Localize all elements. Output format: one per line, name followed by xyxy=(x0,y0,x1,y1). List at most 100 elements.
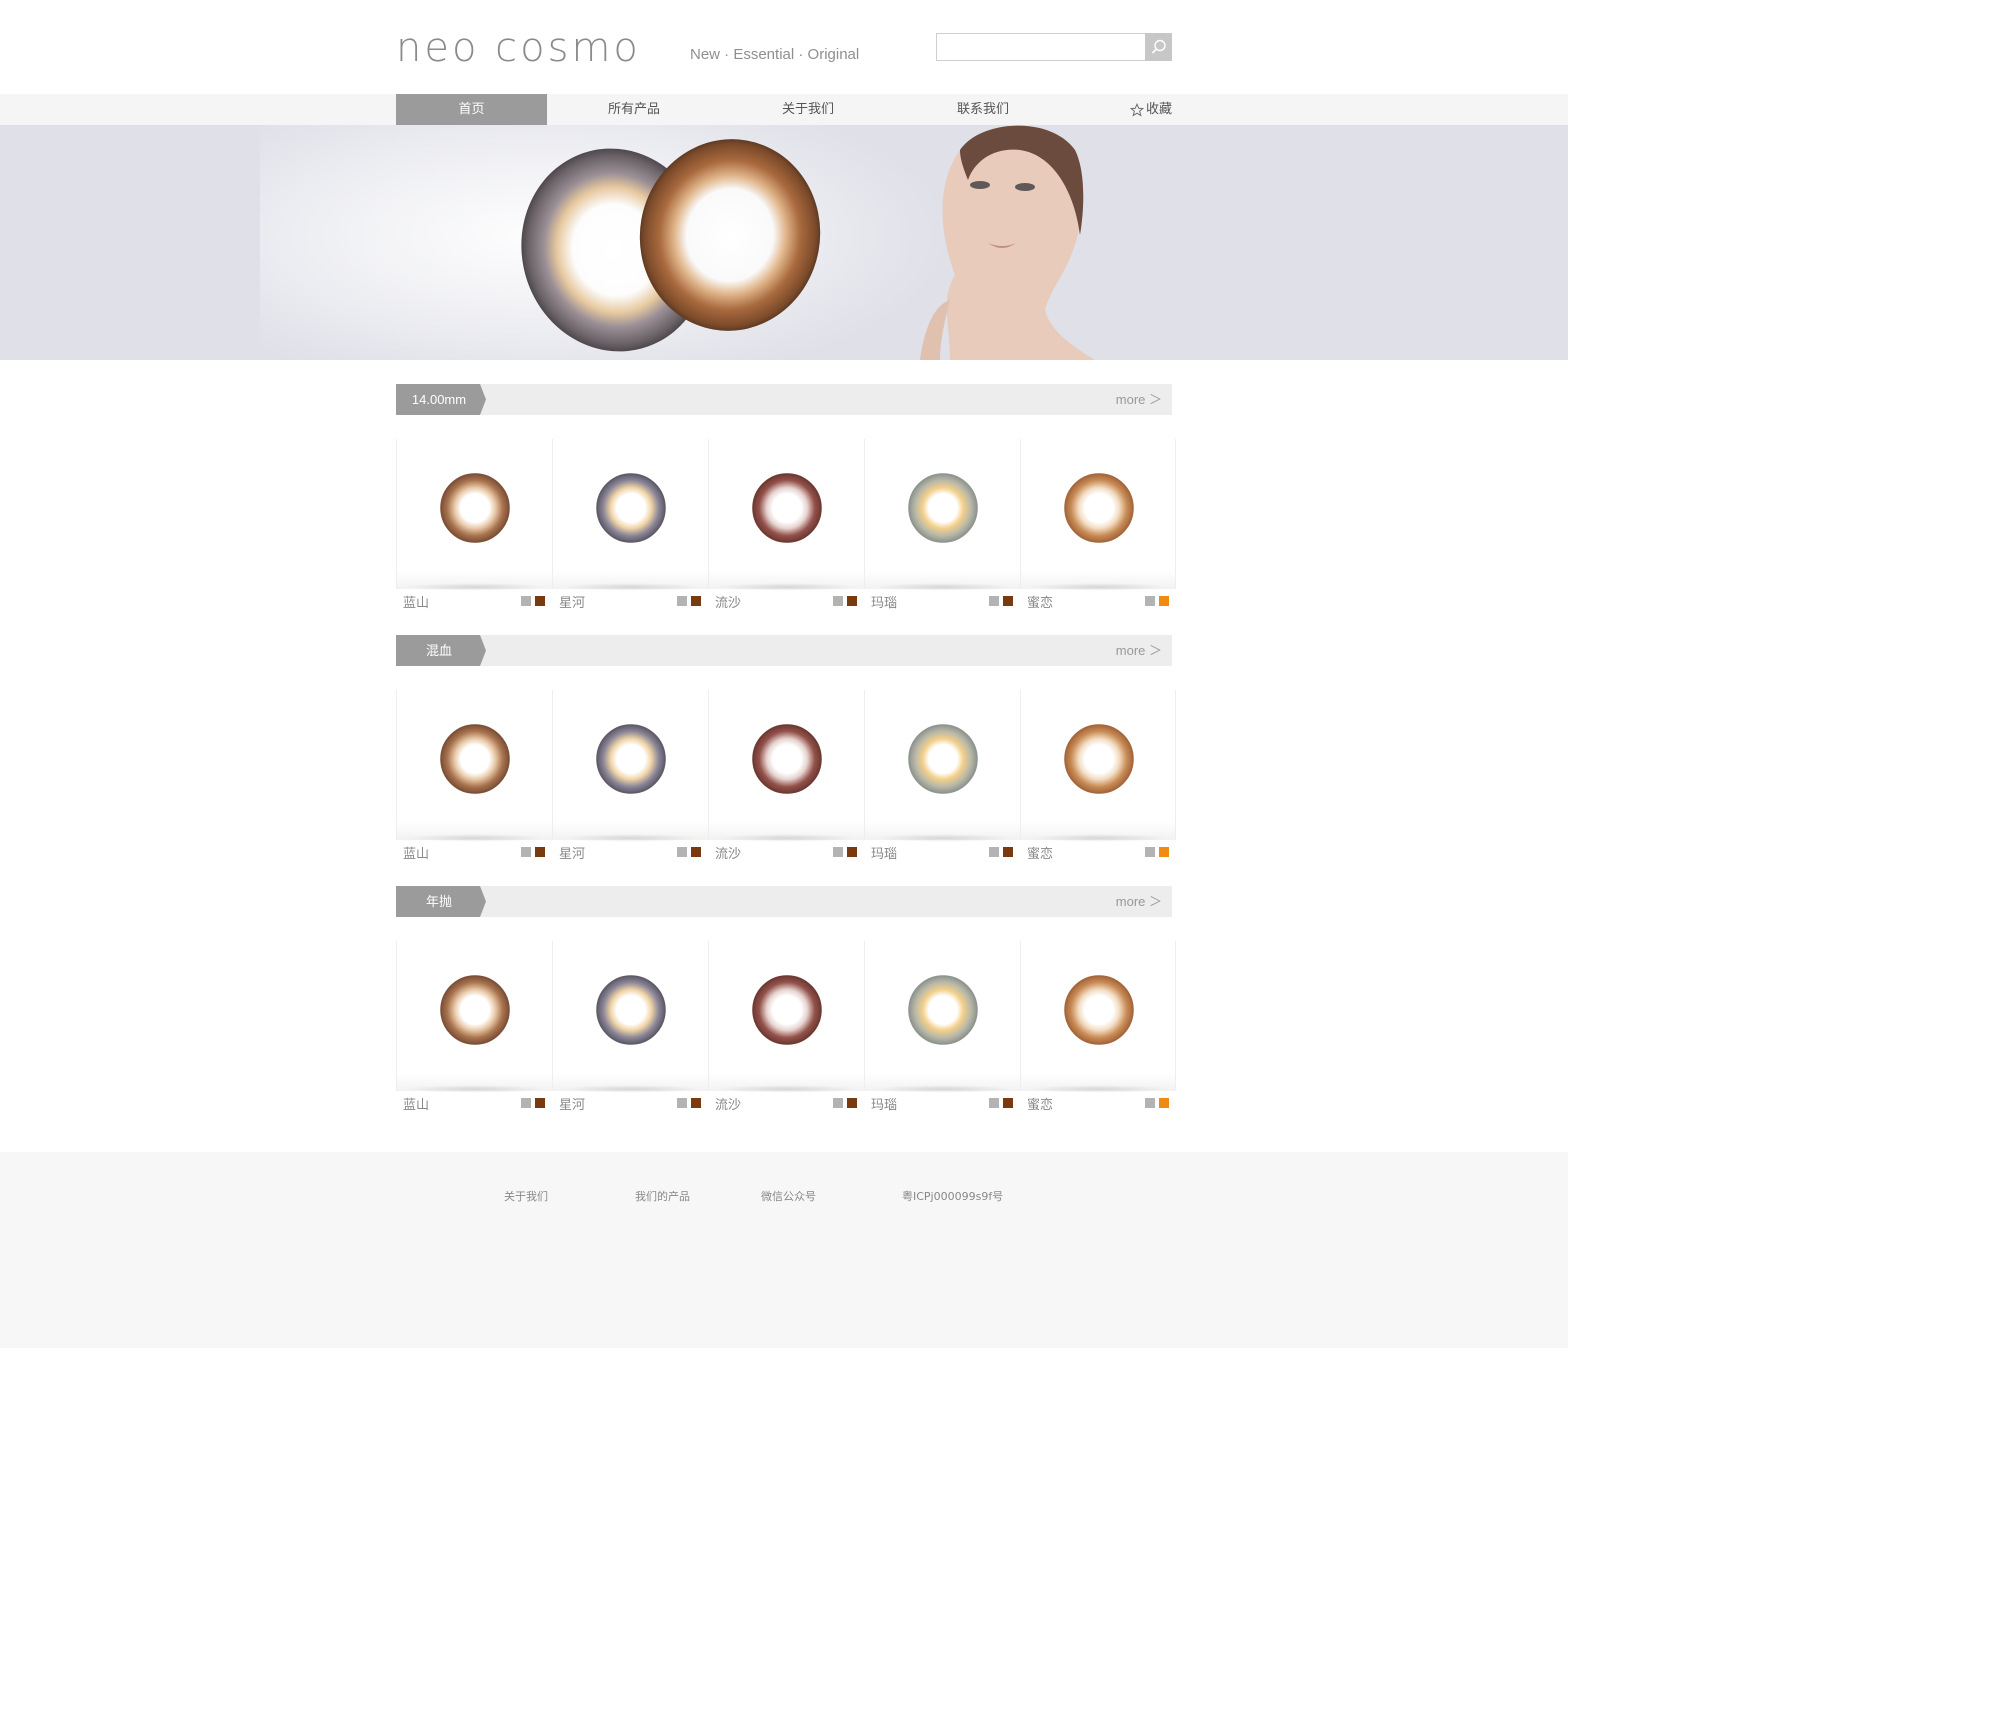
color-swatch[interactable] xyxy=(535,847,545,857)
product-name[interactable]: 星河 xyxy=(559,592,585,611)
color-swatch[interactable] xyxy=(535,1098,545,1108)
nav-item-contact[interactable]: 联系我们 xyxy=(941,94,1025,125)
product-card[interactable]: 流沙 xyxy=(708,690,864,866)
section-header: 14.00mm more ＞ xyxy=(396,384,1172,415)
main-nav: 首页 所有产品 关于我们 联系我们 收藏 xyxy=(0,94,1568,125)
product-name[interactable]: 蓝山 xyxy=(403,843,429,862)
color-swatch[interactable] xyxy=(691,596,701,606)
product-image-frame[interactable] xyxy=(864,690,1020,842)
product-name[interactable]: 蓝山 xyxy=(403,1094,429,1113)
search-input[interactable] xyxy=(937,34,1145,60)
product-image-frame[interactable] xyxy=(1020,941,1176,1093)
color-swatch[interactable] xyxy=(1003,847,1013,857)
product-card[interactable]: 蜜恋 xyxy=(1020,690,1176,866)
section-title[interactable]: 混血 xyxy=(396,635,482,666)
product-card[interactable]: 玛瑙 xyxy=(864,941,1020,1117)
product-image-frame[interactable] xyxy=(1020,690,1176,842)
footer-link-products[interactable]: 我们的产品 xyxy=(635,1188,690,1204)
color-swatch[interactable] xyxy=(1003,596,1013,606)
color-swatch[interactable] xyxy=(1145,1098,1155,1108)
product-name[interactable]: 蜜恋 xyxy=(1027,843,1053,862)
product-image-frame[interactable] xyxy=(708,439,864,591)
color-swatch[interactable] xyxy=(989,596,999,606)
product-name[interactable]: 流沙 xyxy=(715,843,741,862)
product-name[interactable]: 星河 xyxy=(559,843,585,862)
product-card[interactable]: 玛瑙 xyxy=(864,690,1020,866)
more-link[interactable]: more ＞ xyxy=(1116,886,1162,917)
nav-item-home[interactable]: 首页 xyxy=(396,94,547,125)
color-swatch[interactable] xyxy=(989,847,999,857)
product-image-frame[interactable] xyxy=(864,439,1020,591)
color-swatch[interactable] xyxy=(1159,1098,1169,1108)
product-image-frame[interactable] xyxy=(708,690,864,842)
color-swatch[interactable] xyxy=(677,847,687,857)
product-image-frame[interactable] xyxy=(864,941,1020,1093)
color-swatch[interactable] xyxy=(521,596,531,606)
product-name[interactable]: 玛瑙 xyxy=(871,1094,897,1113)
color-swatch[interactable] xyxy=(847,596,857,606)
product-card[interactable]: 蜜恋 xyxy=(1020,941,1176,1117)
color-swatch[interactable] xyxy=(1159,596,1169,606)
search-button[interactable] xyxy=(1145,33,1172,61)
color-swatch[interactable] xyxy=(833,596,843,606)
product-name[interactable]: 流沙 xyxy=(715,592,741,611)
product-name[interactable]: 星河 xyxy=(559,1094,585,1113)
section-title[interactable]: 年抛 xyxy=(396,886,482,917)
product-card[interactable]: 星河 xyxy=(552,941,708,1117)
color-swatch[interactable] xyxy=(1003,1098,1013,1108)
product-image-frame[interactable] xyxy=(396,690,552,842)
product-name[interactable]: 蜜恋 xyxy=(1027,592,1053,611)
product-image-frame[interactable] xyxy=(1020,439,1176,591)
color-swatch[interactable] xyxy=(691,1098,701,1108)
color-swatch[interactable] xyxy=(847,847,857,857)
color-swatch[interactable] xyxy=(833,1098,843,1108)
product-name[interactable]: 蜜恋 xyxy=(1027,1094,1053,1113)
color-swatch[interactable] xyxy=(677,596,687,606)
color-swatch[interactable] xyxy=(1145,847,1155,857)
color-swatch[interactable] xyxy=(691,847,701,857)
product-name[interactable]: 流沙 xyxy=(715,1094,741,1113)
product-card[interactable]: 流沙 xyxy=(708,941,864,1117)
color-swatch[interactable] xyxy=(677,1098,687,1108)
color-swatch[interactable] xyxy=(847,1098,857,1108)
section-header: 年抛 more ＞ xyxy=(396,886,1172,917)
footer-link-about[interactable]: 关于我们 xyxy=(504,1188,548,1204)
product-name[interactable]: 蓝山 xyxy=(403,592,429,611)
product-card[interactable]: 玛瑙 xyxy=(864,439,1020,615)
site-logo[interactable]: neo cosmo xyxy=(396,26,641,70)
product-image-frame[interactable] xyxy=(552,690,708,842)
product-card[interactable]: 星河 xyxy=(552,439,708,615)
more-link[interactable]: more ＞ xyxy=(1116,635,1162,666)
section-title[interactable]: 14.00mm xyxy=(396,384,482,415)
product-image-frame[interactable] xyxy=(552,941,708,1093)
product-image-frame[interactable] xyxy=(396,439,552,591)
product-image-frame[interactable] xyxy=(552,439,708,591)
more-link[interactable]: more ＞ xyxy=(1116,384,1162,415)
product-card[interactable]: 蓝山 xyxy=(396,690,552,866)
color-swatch[interactable] xyxy=(989,1098,999,1108)
product-card[interactable]: 流沙 xyxy=(708,439,864,615)
product-name[interactable]: 玛瑙 xyxy=(871,843,897,862)
hero-banner[interactable] xyxy=(0,125,1568,360)
product-card[interactable]: 星河 xyxy=(552,690,708,866)
color-swatch[interactable] xyxy=(521,1098,531,1108)
banner-lens-pair-image xyxy=(521,139,821,352)
nav-item-about[interactable]: 关于我们 xyxy=(766,94,850,125)
nav-item-all-products[interactable]: 所有产品 xyxy=(592,94,676,125)
color-swatch[interactable] xyxy=(833,847,843,857)
favorite-link[interactable]: 收藏 xyxy=(1129,94,1172,125)
color-swatches xyxy=(1145,1098,1169,1108)
product-card[interactable]: 蓝山 xyxy=(396,941,552,1117)
product-card[interactable]: 蜜恋 xyxy=(1020,439,1176,615)
color-swatches xyxy=(1145,596,1169,606)
product-image-frame[interactable] xyxy=(396,941,552,1093)
product-card[interactable]: 蓝山 xyxy=(396,439,552,615)
color-swatch[interactable] xyxy=(1145,596,1155,606)
color-swatch[interactable] xyxy=(1159,847,1169,857)
product-image-frame[interactable] xyxy=(708,941,864,1093)
color-swatch[interactable] xyxy=(535,596,545,606)
footer-link-wechat[interactable]: 微信公众号 xyxy=(761,1188,816,1204)
contact-lens-image xyxy=(1064,975,1134,1045)
product-name[interactable]: 玛瑙 xyxy=(871,592,897,611)
color-swatch[interactable] xyxy=(521,847,531,857)
